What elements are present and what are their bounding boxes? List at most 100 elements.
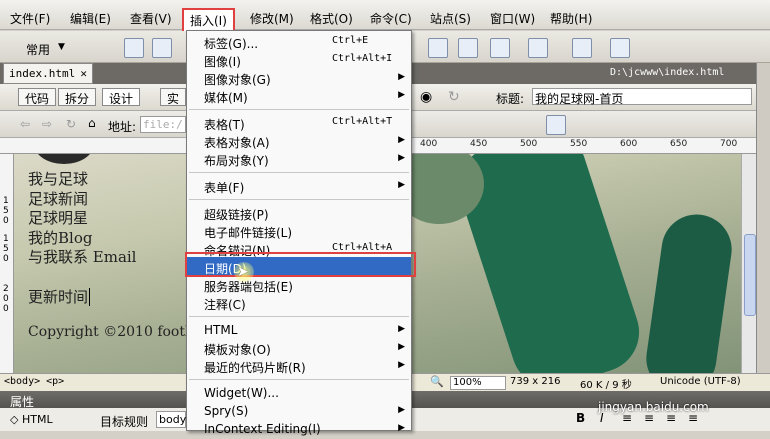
menu-item-image[interactable]: 图像(I) Ctrl+Alt+I: [187, 50, 411, 70]
menu-item-incontext-editing[interactable]: InContext Editing(I) ▶: [187, 419, 411, 439]
nav-link[interactable]: 足球明星: [28, 209, 136, 229]
forward-icon[interactable]: ⇨: [42, 117, 52, 131]
address-input[interactable]: file:/: [140, 116, 186, 133]
menu-item-table[interactable]: 表格(T) Ctrl+Alt+T: [187, 113, 411, 133]
menu-item-tag[interactable]: 标签(G)... Ctrl+E: [187, 32, 411, 52]
scrollbar-thumb[interactable]: [744, 234, 756, 316]
target-rule-select[interactable]: body: [156, 411, 186, 428]
title-input[interactable]: 我的足球网-首页: [532, 88, 752, 106]
ruler-label: 600: [620, 139, 638, 149]
menubar: 文件(F) 编辑(E) 查看(V) 插入(I) 修改(M) 格式(O) 命令(C…: [0, 0, 770, 33]
document-tab[interactable]: index.html ✕: [3, 63, 93, 84]
menu-item-template-objects[interactable]: 模板对象(O) ▶: [187, 338, 411, 358]
date-icon[interactable]: [490, 38, 510, 58]
update-time-label: 更新时间: [28, 288, 89, 306]
document-tab-label: index.html: [9, 67, 76, 80]
ruler-label: 700: [720, 139, 738, 149]
reload-icon[interactable]: ↻: [66, 117, 76, 131]
insert-category-select[interactable]: 常用: [26, 41, 50, 58]
menu-item-image-objects[interactable]: 图像对象(G) ▶: [187, 68, 411, 88]
nav-link[interactable]: 足球新闻: [28, 190, 136, 210]
menu-item-widget[interactable]: Widget(W)...: [187, 383, 411, 403]
menu-item-email-link[interactable]: 电子邮件链接(L): [187, 221, 411, 241]
update-time-text[interactable]: 更新时间​: [28, 286, 91, 307]
nav-links: 我与足球 足球新闻 足球明星 我的Blog 与我联系 Email: [28, 170, 136, 268]
menu-window[interactable]: 窗口(W): [490, 10, 535, 27]
preview-icon[interactable]: ◉: [420, 89, 432, 105]
menu-item-form[interactable]: 表单(F) ▶: [187, 176, 411, 196]
menu-modify[interactable]: 修改(M): [250, 10, 294, 27]
vruler-label: 2: [3, 284, 9, 294]
vruler-label: 1: [3, 234, 9, 244]
submenu-arrow-icon: ▶: [398, 405, 405, 415]
home-icon[interactable]: ⌂: [88, 116, 96, 130]
document-path: D:\jcwww\index.html: [610, 67, 725, 78]
menu-help[interactable]: 帮助(H): [550, 10, 592, 27]
menu-item-media[interactable]: 媒体(M) ▶: [187, 86, 411, 106]
vertical-ruler: 1 5 0 1 5 0 2 0 0: [0, 154, 14, 373]
ruler-label: 550: [570, 139, 588, 149]
code-icon: ◇: [10, 413, 19, 426]
snippet-icon[interactable]: [610, 38, 630, 58]
menu-separator: [189, 199, 409, 200]
menu-site[interactable]: 站点(S): [430, 10, 471, 27]
menu-command[interactable]: 命令(C): [370, 10, 412, 27]
second-leg-image: [641, 210, 737, 373]
vruler-label: 0: [3, 254, 9, 264]
title-label: 标题:: [496, 92, 525, 106]
split-view-button[interactable]: 拆分: [58, 88, 97, 106]
menu-item-server-side-include[interactable]: 服务器端包括(E): [187, 275, 411, 295]
html-mode-label: HTML: [21, 413, 53, 426]
window-size[interactable]: 739 x 216: [510, 376, 560, 387]
zoom-icon[interactable]: 🔍: [430, 375, 444, 388]
nav-link[interactable]: 我与足球: [28, 170, 136, 190]
text-cursor: ​: [89, 288, 91, 306]
back-icon[interactable]: ⇦: [20, 117, 30, 131]
design-view-button[interactable]: 设计: [102, 88, 141, 106]
vruler-label: 5: [3, 244, 9, 254]
live-view-button[interactable]: 实时: [160, 88, 186, 106]
submenu-arrow-icon: ▶: [398, 90, 405, 100]
menu-separator: [189, 109, 409, 110]
view-options-icon[interactable]: [546, 115, 566, 135]
submenu-arrow-icon: ▶: [398, 135, 405, 145]
bold-button[interactable]: B: [576, 411, 585, 425]
nav-link[interactable]: 与我联系 Email: [28, 248, 136, 268]
tag-selector[interactable]: <body> <p>: [4, 376, 64, 387]
menu-item-comment[interactable]: 注释(C): [187, 293, 411, 313]
html-mode-button[interactable]: ◇ HTML: [10, 413, 53, 426]
menu-item-layout-objects[interactable]: 布局对象(Y) ▶: [187, 149, 411, 169]
menu-separator: [189, 379, 409, 380]
image-icon[interactable]: [428, 38, 448, 58]
code-view-button[interactable]: 代码: [18, 88, 57, 106]
submenu-arrow-icon: ▶: [398, 180, 405, 190]
watermark: jingyan.baidu.com: [598, 400, 709, 414]
nav-link[interactable]: 我的Blog: [28, 229, 136, 249]
vruler-label: 0: [3, 304, 9, 314]
ruler-label: 500: [520, 139, 538, 149]
menu-format[interactable]: 格式(O): [310, 10, 353, 27]
menu-item-html[interactable]: HTML ▶: [187, 320, 411, 340]
media-icon[interactable]: [458, 38, 478, 58]
submenu-arrow-icon: ▶: [398, 342, 405, 352]
menu-file[interactable]: 文件(F): [10, 10, 50, 27]
email-link-icon[interactable]: [152, 38, 172, 58]
vruler-label: 5: [3, 206, 9, 216]
vruler-label: 0: [3, 216, 9, 226]
hyperlink-icon[interactable]: [124, 38, 144, 58]
vertical-scrollbar[interactable]: [741, 154, 756, 373]
zoom-select[interactable]: 100%: [450, 376, 506, 390]
menu-item-hyperlink[interactable]: 超级链接(P): [187, 203, 411, 223]
menu-view[interactable]: 查看(V): [130, 10, 172, 27]
menu-item-recent-snippets[interactable]: 最近的代码片断(R) ▶: [187, 356, 411, 376]
menu-item-spry[interactable]: Spry(S) ▶: [187, 401, 411, 421]
chevron-down-icon[interactable]: ▼: [58, 42, 65, 52]
menu-item-table-objects[interactable]: 表格对象(A) ▶: [187, 131, 411, 151]
close-icon[interactable]: ✕: [80, 67, 87, 80]
menu-edit[interactable]: 编辑(E): [70, 10, 111, 27]
template-icon[interactable]: [528, 38, 548, 58]
ruler-label: 450: [470, 139, 488, 149]
ruler-label: 650: [670, 139, 688, 149]
tag-chooser-icon[interactable]: [572, 38, 592, 58]
refresh-icon[interactable]: ↻: [448, 89, 460, 105]
